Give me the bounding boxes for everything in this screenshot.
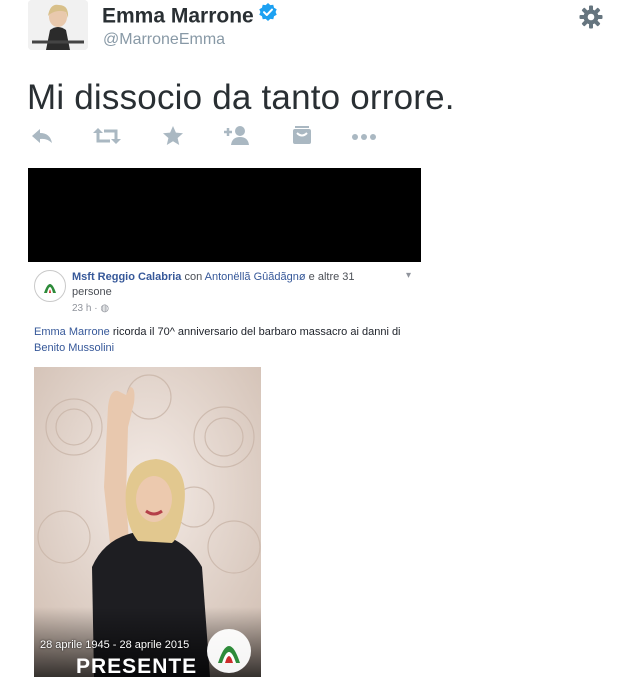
post-body-text: ricorda il 70^ anniversario del barbaro … [112,326,401,338]
post-photo: 28 aprile 1945 - 28 aprile 2015 PRESENTE [34,367,261,677]
post-time-text: 23 h · [72,303,98,314]
page-logo-icon [34,270,66,302]
page-name-link[interactable]: Msft Reggio Calabria [72,271,181,283]
display-name-text[interactable]: Emma Marrone [102,5,254,28]
retweet-icon[interactable] [92,124,122,152]
reply-icon[interactable] [30,124,54,152]
tweet-actions [30,124,390,154]
tagged-user-link[interactable]: Antonëllã Gûãdãgnø [205,271,306,283]
facebook-post-screenshot: Msft Reggio Calabria con Antonëllã Gûãdã… [28,262,422,677]
mention-link[interactable]: Emma Marrone [34,326,110,338]
collection-icon[interactable] [291,124,313,152]
photo-caption: 28 aprile 1945 - 28 aprile 2015 [40,639,190,651]
photo-illustration [34,367,261,677]
tweet-text: Mi dissocio da tanto orrore. [27,78,455,117]
globe-icon: ◍ [100,303,110,314]
gear-icon[interactable] [578,4,604,30]
tweet-media[interactable]: Msft Reggio Calabria con Antonëllã Gûãdã… [28,168,422,677]
favorite-icon[interactable] [161,124,185,152]
post-header: Msft Reggio Calabria con Antonëllã Gûãdã… [72,270,392,300]
post-time: 23 h · ◍ [72,303,109,314]
body-link[interactable]: Benito Mussolini [34,342,114,354]
display-name[interactable]: Emma Marrone [102,2,278,30]
handle[interactable]: @MarroneEmma [103,31,225,49]
avatar[interactable] [28,0,88,50]
redacted-black-box [28,168,421,262]
follow-icon[interactable] [223,124,251,152]
photo-banner: PRESENTE [76,655,198,677]
more-icon[interactable] [350,124,378,152]
post-body: Emma Marrone ricorda il 70^ anniversario… [34,324,418,356]
chevron-down-icon[interactable]: ▾ [406,270,411,281]
with-text: con [184,271,203,283]
verified-badge-icon [258,2,278,28]
